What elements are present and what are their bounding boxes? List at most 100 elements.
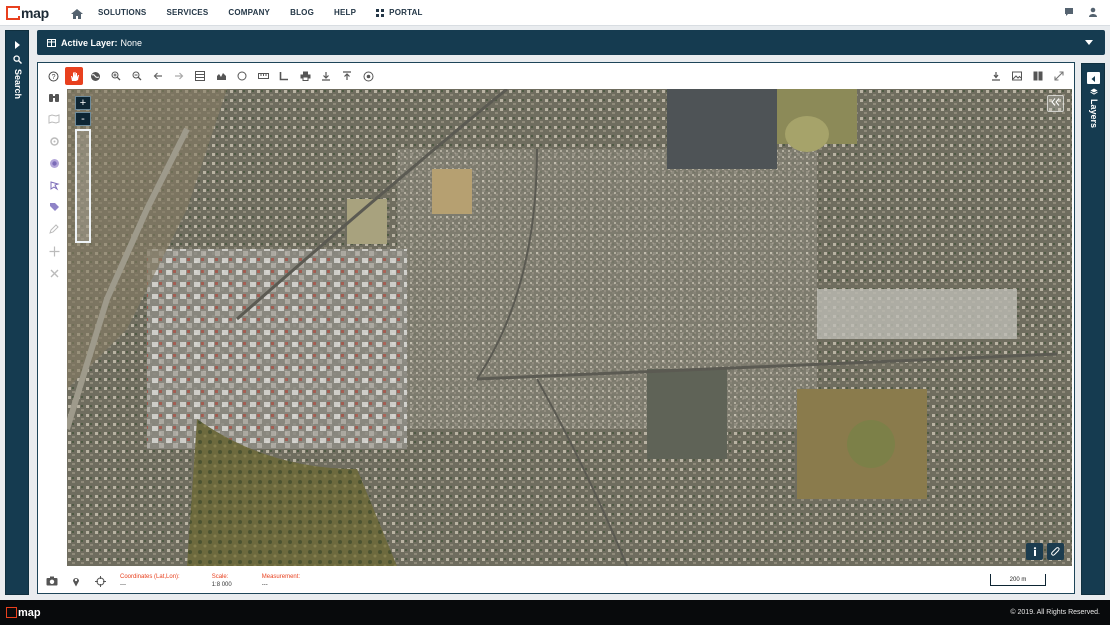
upload-icon (343, 71, 351, 80)
help-tool[interactable]: ? (44, 67, 62, 85)
settings-tool[interactable] (46, 133, 62, 149)
zoom-out-tool[interactable] (128, 67, 146, 85)
area-chart-icon (216, 73, 226, 80)
measure-tool[interactable] (254, 67, 272, 85)
image-icon (1012, 71, 1022, 81)
active-layer-label: Active Layer: (61, 37, 118, 48)
table-tool[interactable] (191, 67, 209, 85)
select-tool[interactable] (46, 177, 62, 193)
copyright-text: © 2019. All Rights Reserved. (1010, 609, 1100, 616)
circle-tool[interactable] (233, 67, 251, 85)
globe-icon (90, 71, 100, 81)
nav-solutions[interactable]: SOLUTIONS (98, 8, 146, 17)
nav-services[interactable]: SERVICES (166, 8, 208, 17)
coordinates-value: --- (120, 582, 126, 588)
map-tool[interactable] (46, 111, 62, 127)
measurement-readout: Measurement: --- (262, 574, 300, 588)
tag-tool[interactable] (46, 199, 62, 215)
nav-portal-label: PORTAL (389, 8, 423, 17)
collapse-panel-button[interactable] (1047, 95, 1064, 112)
info-icon (1033, 547, 1036, 556)
double-chevron-left-icon (1051, 98, 1060, 106)
home-icon[interactable] (70, 7, 84, 19)
buffer-tool[interactable] (46, 155, 62, 171)
measurement-label: Measurement: (261, 574, 301, 580)
back-tool[interactable] (149, 67, 167, 85)
nav-portal[interactable]: PORTAL (376, 8, 423, 17)
move-tool[interactable] (46, 243, 62, 259)
map-side-tools (44, 89, 64, 281)
crosshair-icon (94, 575, 106, 587)
location-button[interactable] (66, 571, 86, 591)
binoculars-tool[interactable] (46, 89, 62, 105)
circle-icon (237, 71, 247, 81)
move-icon (49, 246, 59, 256)
logo-text: map (21, 4, 49, 21)
nav-company[interactable]: COMPANY (228, 8, 270, 17)
export-tool[interactable] (987, 67, 1005, 85)
top-navigation: map SOLUTIONS SERVICES COMPANY BLOG HELP… (0, 0, 1110, 26)
search-panel-tab[interactable]: Search (5, 30, 29, 595)
brand-logo[interactable]: map (6, 5, 58, 21)
zoom-slider[interactable] (75, 129, 91, 243)
chevron-left-icon (1091, 76, 1095, 82)
table-icon (47, 38, 56, 47)
expand-layers-button[interactable] (1087, 72, 1100, 84)
export-icon (992, 72, 1000, 81)
zoom-in-tool[interactable] (107, 67, 125, 85)
nav-blog[interactable]: BLOG (290, 8, 314, 17)
zoom-out-button[interactable]: - (75, 112, 91, 126)
attribute-table-icon (195, 71, 205, 81)
scale-readout: Scale: 1:8 000 (212, 574, 232, 588)
scale-bar: 200 m (990, 574, 1046, 586)
footer: map © 2019. All Rights Reserved. (0, 600, 1110, 625)
chat-icon[interactable] (1064, 7, 1074, 17)
zoom-in-button[interactable]: + (75, 96, 91, 110)
drag-handle-icon[interactable] (565, 56, 575, 69)
map-toolbar-right (987, 65, 1068, 87)
forward-tool[interactable] (170, 67, 188, 85)
layers-panel-tab[interactable]: Layers (1081, 63, 1105, 595)
scale-value: 1:8 000 (211, 582, 232, 588)
chart-tool[interactable] (212, 67, 230, 85)
close-icon (50, 269, 58, 277)
angle-tool[interactable] (275, 67, 293, 85)
help-icon: ? (48, 71, 58, 81)
upload-tool[interactable] (338, 67, 356, 85)
logo-mark (6, 5, 21, 20)
footer-logo[interactable]: map (6, 607, 41, 619)
nav-help[interactable]: HELP (334, 8, 356, 17)
basemap-tool[interactable] (359, 67, 377, 85)
search-icon (13, 55, 22, 64)
fullscreen-tool[interactable] (1050, 67, 1068, 85)
zoom-control: + - (75, 96, 91, 243)
target-icon (49, 158, 59, 168)
chevron-right-icon[interactable] (14, 41, 21, 49)
map-pin-icon (73, 577, 79, 586)
screenshot-button[interactable] (42, 571, 62, 591)
pan-tool[interactable] (65, 67, 83, 85)
user-icon[interactable] (1088, 7, 1098, 17)
dropdown-caret-icon[interactable] (1085, 40, 1093, 45)
split-view-tool[interactable] (1029, 67, 1047, 85)
angle-icon (279, 72, 288, 81)
coordinates-label: Coordinates (Lat,Lon): (120, 574, 180, 580)
coordinates-readout: Coordinates (Lat,Lon): --- (120, 574, 180, 588)
football-icon (363, 71, 373, 81)
crosshair-button[interactable] (90, 571, 110, 591)
globe-tool[interactable] (86, 67, 104, 85)
image-tool[interactable] (1008, 67, 1026, 85)
map-viewport[interactable]: + - (67, 89, 1072, 566)
aerial-imagery[interactable] (67, 89, 1072, 566)
delete-tool[interactable] (46, 265, 62, 281)
print-tool[interactable] (296, 67, 314, 85)
active-layer-bar[interactable]: Active Layer: None (37, 30, 1105, 55)
columns-icon (1033, 71, 1043, 81)
info-button[interactable] (1026, 543, 1043, 560)
map-panel: ? + - Coordinates (Lat,Lon): --- Scale: … (37, 62, 1075, 594)
download-tool[interactable] (317, 67, 335, 85)
layers-panel-label: Layers (1089, 99, 1099, 129)
map-icon (48, 114, 60, 124)
edit-tool[interactable] (46, 221, 62, 237)
attachment-button[interactable] (1047, 543, 1064, 560)
